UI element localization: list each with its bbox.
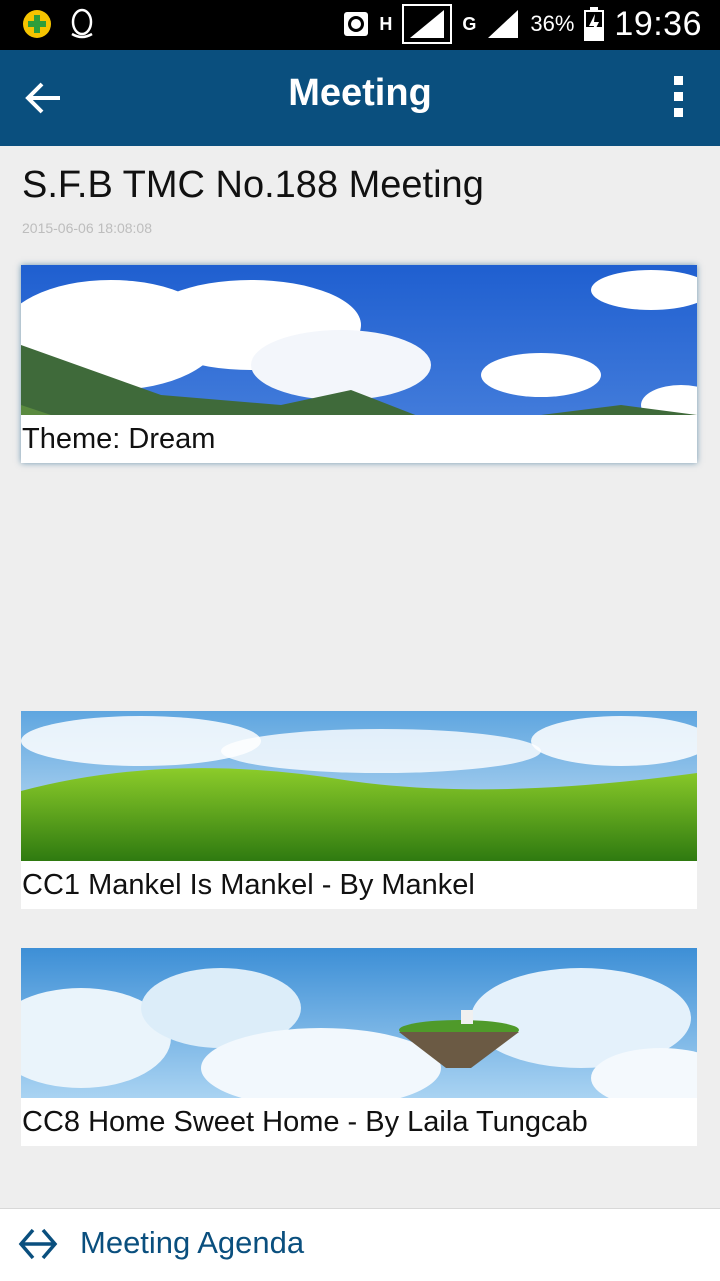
clock: 19:36 (614, 4, 702, 43)
double-arrow-icon (18, 1228, 58, 1260)
app-bar: Meeting (0, 50, 720, 146)
battery-percent: 36% (530, 11, 575, 36)
item-caption: CC1 Mankel Is Mankel - By Mankel (22, 869, 475, 901)
signal-strength-icon (402, 4, 453, 44)
qq-penguin-icon (71, 8, 93, 39)
plus-app-icon (23, 10, 51, 38)
battery-charging-icon (584, 7, 605, 41)
network-type-g: G (462, 13, 477, 34)
green-hills-photo (21, 711, 697, 861)
speech-card-1[interactable]: CC1 Mankel Is Mankel - By Mankel (21, 711, 697, 909)
overflow-menu-button[interactable] (670, 76, 686, 122)
meeting-title: S.F.B TMC No.188 Meeting (22, 164, 484, 206)
network-type-h: H (379, 13, 393, 34)
item-caption: Theme: Dream (22, 423, 216, 455)
speech-card-2[interactable]: CC8 Home Sweet Home - By Laila Tungcab (21, 948, 697, 1146)
meeting-date: 2015-06-06 18:08:08 (22, 220, 152, 236)
floating-island-clouds-photo (21, 948, 697, 1098)
meeting-agenda-bar[interactable]: Meeting Agenda (0, 1208, 720, 1281)
theme-card[interactable]: Theme: Dream (21, 265, 697, 463)
item-caption: CC8 Home Sweet Home - By Laila Tungcab (22, 1106, 588, 1138)
signal-strength-icon-2 (488, 10, 519, 38)
overflow-menu-dot (673, 92, 683, 101)
overflow-menu-icon (673, 76, 683, 85)
app-bar-title: Meeting (288, 72, 432, 114)
overflow-menu-dot (673, 108, 683, 117)
tents-on-grassland-photo (21, 265, 697, 415)
globe-icon (344, 12, 369, 36)
status-bar: H G 36% 19:36 (0, 0, 720, 50)
meeting-agenda-label: Meeting Agenda (80, 1225, 305, 1260)
